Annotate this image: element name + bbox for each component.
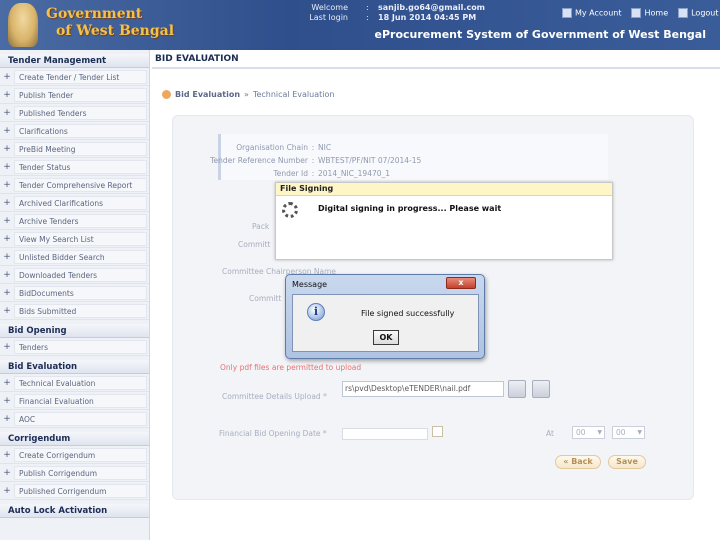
sidebar-item-label[interactable]: Tender Comprehensive Report (14, 177, 147, 192)
plus-icon: + (3, 269, 11, 280)
plus-icon: + (3, 377, 11, 388)
sidebar-item[interactable]: + Tender Status (0, 158, 149, 176)
message-dialog-body: i File signed successfully OK (292, 294, 479, 352)
file-signing-title: File Signing (276, 183, 612, 196)
plus-icon: + (3, 71, 11, 82)
user-icon (562, 8, 572, 18)
sidebar-section-header: Bid Evaluation (0, 360, 149, 374)
plus-icon: + (3, 341, 11, 352)
sidebar-item[interactable]: + Tenders (0, 338, 149, 356)
sidebar-item[interactable]: + View My Search List (0, 230, 149, 248)
plus-icon: + (3, 107, 11, 118)
plus-icon: + (3, 179, 11, 190)
top-header: Government of West Bengal Welcome: sanjib… (0, 0, 720, 50)
sidebar-item-label[interactable]: AOC (14, 411, 147, 426)
sidebar-item-label[interactable]: Published Corrigendum (14, 483, 147, 498)
sidebar-item-label[interactable]: Create Corrigendum (14, 447, 147, 462)
sidebar-item-label[interactable]: Downloaded Tenders (14, 267, 147, 282)
sidebar-item[interactable]: + Tender Comprehensive Report (0, 176, 149, 194)
sidebar-item-label[interactable]: Bids Submitted (14, 303, 147, 318)
sidebar-item[interactable]: + BidDocuments (0, 284, 149, 302)
sidebar-item[interactable]: + Archived Clarifications (0, 194, 149, 212)
user-info: Welcome: sanjib.go64@gmail.com Last login… (300, 3, 485, 23)
message-dialog-title: Message (292, 280, 328, 289)
home-icon (631, 8, 642, 18)
sidebar-item[interactable]: + Technical Evaluation (0, 374, 149, 392)
sidebar-item-label[interactable]: Create Tender / Tender List (14, 69, 147, 84)
sidebar-item[interactable]: + Unlisted Bidder Search (0, 248, 149, 266)
plus-icon: + (3, 449, 11, 460)
sidebar-item-label[interactable]: Publish Tender (14, 87, 147, 102)
plus-icon: + (3, 287, 11, 298)
sidebar-item-label[interactable]: Archived Clarifications (14, 195, 147, 210)
sidebar-item-label[interactable]: Published Tenders (14, 105, 147, 120)
signing-progress-text: Digital signing in progress... Please wa… (318, 204, 502, 213)
state-emblem-icon (8, 3, 38, 47)
welcome-value: sanjib.go64@gmail.com (378, 3, 486, 12)
sidebar-item[interactable]: + Archive Tenders (0, 212, 149, 230)
sidebar-item-label[interactable]: Tenders (14, 339, 147, 354)
sidebar: Tender Management + Create Tender / Tender… (0, 50, 150, 540)
sidebar-item-label[interactable]: Technical Evaluation (14, 375, 147, 390)
logo-text-line2: of West Bengal (56, 23, 175, 39)
sidebar-item[interactable]: + Bids Submitted (0, 302, 149, 320)
ok-button[interactable]: OK (373, 330, 399, 345)
loading-spinner-icon (282, 202, 298, 218)
divider (152, 67, 720, 69)
sidebar-item-label[interactable]: PreBid Meeting (14, 141, 147, 156)
last-login-value: 18 Jun 2014 04:45 PM (378, 13, 477, 22)
logout-icon (678, 8, 689, 18)
header-links: My Account Home Logout (562, 8, 719, 18)
plus-icon: + (3, 125, 11, 136)
page-title: BID EVALUATION (155, 54, 239, 64)
plus-icon: + (3, 197, 11, 208)
plus-icon: + (3, 485, 11, 496)
plus-icon: + (3, 89, 11, 100)
sidebar-item-label[interactable]: Tender Status (14, 159, 147, 174)
logout-link[interactable]: Logout (678, 8, 719, 18)
sidebar-item[interactable]: + Create Corrigendum (0, 446, 149, 464)
sidebar-item[interactable]: + Publish Corrigendum (0, 464, 149, 482)
sidebar-section-header: Tender Management (0, 54, 149, 68)
sidebar-section-header: Auto Lock Activation (0, 504, 149, 518)
sidebar-item[interactable]: + Create Tender / Tender List (0, 68, 149, 86)
sidebar-section-header: Bid Opening (0, 324, 149, 338)
sidebar-item-label[interactable]: Clarifications (14, 123, 147, 138)
system-title: eProcurement System of Government of Wes… (374, 28, 706, 41)
sidebar-item-label[interactable]: View My Search List (14, 231, 147, 246)
plus-icon: + (3, 143, 11, 154)
plus-icon: + (3, 233, 11, 244)
sidebar-item[interactable]: + PreBid Meeting (0, 140, 149, 158)
last-login-label: Last login (309, 13, 348, 22)
welcome-label: Welcome (311, 3, 348, 12)
sidebar-item[interactable]: + Downloaded Tenders (0, 266, 149, 284)
message-text: File signed successfully (361, 309, 455, 318)
sidebar-item-label[interactable]: BidDocuments (14, 285, 147, 300)
sidebar-item[interactable]: + Clarifications (0, 122, 149, 140)
close-button[interactable]: x (446, 277, 476, 289)
sidebar-section-header: Corrigendum (0, 432, 149, 446)
sidebar-item[interactable]: + Published Corrigendum (0, 482, 149, 500)
plus-icon: + (3, 251, 11, 262)
file-signing-dialog: File Signing Digital signing in progress… (275, 182, 613, 260)
sidebar-item-label[interactable]: Archive Tenders (14, 213, 147, 228)
plus-icon: + (3, 467, 11, 478)
info-icon: i (307, 303, 325, 321)
home-link[interactable]: Home (631, 8, 668, 18)
sidebar-item[interactable]: + Published Tenders (0, 104, 149, 122)
plus-icon: + (3, 305, 11, 316)
my-account-link[interactable]: My Account (562, 8, 621, 18)
sidebar-item[interactable]: + Financial Evaluation (0, 392, 149, 410)
message-dialog: Message x i File signed successfully OK (285, 274, 485, 359)
plus-icon: + (3, 413, 11, 424)
sidebar-item[interactable]: + Publish Tender (0, 86, 149, 104)
plus-icon: + (3, 395, 11, 406)
plus-icon: + (3, 161, 11, 172)
plus-icon: + (3, 215, 11, 226)
sidebar-item-label[interactable]: Financial Evaluation (14, 393, 147, 408)
sidebar-item[interactable]: + AOC (0, 410, 149, 428)
sidebar-item-label[interactable]: Unlisted Bidder Search (14, 249, 147, 264)
logo-text-line1: Government (46, 6, 143, 22)
sidebar-item-label[interactable]: Publish Corrigendum (14, 465, 147, 480)
